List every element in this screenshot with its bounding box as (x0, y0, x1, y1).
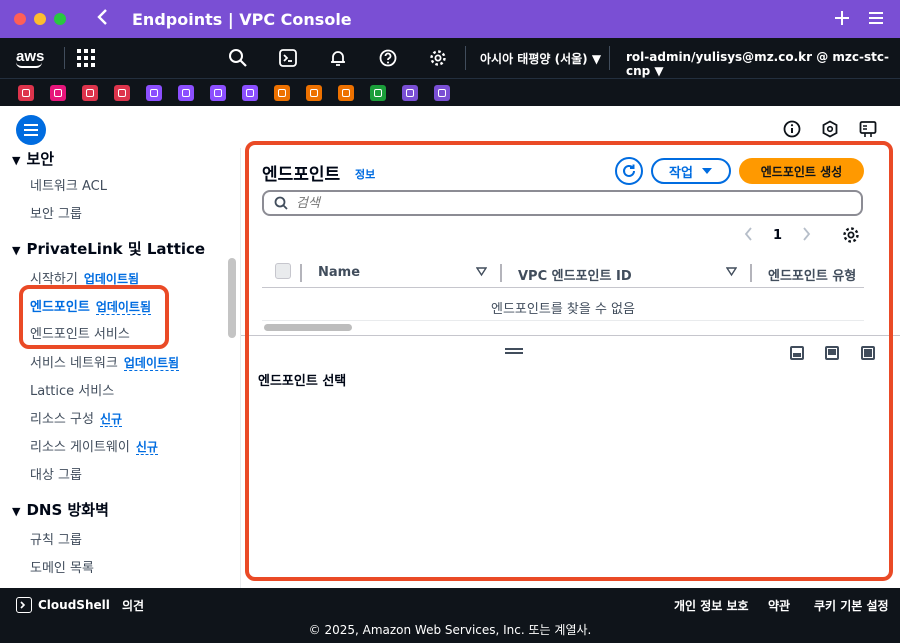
sidebar-scrollbar[interactable] (228, 258, 236, 338)
favorite-iam-icon[interactable] (114, 84, 130, 101)
aws-logo-text: aws (16, 47, 45, 65)
window-titlebar: Endpoints | VPC Console (0, 0, 900, 38)
notifications-bell-icon[interactable] (326, 46, 350, 70)
sidebar-section-label: 보안 (26, 150, 55, 168)
sidebar-item-label: 리소스 게이트웨이 (30, 440, 130, 455)
privacy-link[interactable]: 개인 정보 보호 (674, 597, 749, 614)
favorite-cloudfront-icon[interactable] (82, 84, 98, 101)
cloudshell-icon (16, 597, 32, 613)
sidebar-item-label: 리소스 구성 (30, 412, 94, 427)
favorite-cloudwatch-icon[interactable] (50, 84, 66, 101)
menu-button[interactable] (868, 7, 884, 31)
settings-gear-icon[interactable] (426, 46, 450, 70)
favorite-ecs-icon[interactable] (306, 84, 322, 101)
new-badge: 신규 (135, 440, 158, 455)
console-footer: CloudShell 의견 개인 정보 보호 약관 쿠키 기본 설정 © 202… (0, 588, 900, 643)
services-grid-icon[interactable] (77, 49, 95, 67)
sidebar-divider (240, 148, 241, 588)
sidebar-section-label: DNS 방화벽 (26, 501, 109, 519)
favorite-apigateway-icon[interactable] (210, 84, 226, 101)
favorite-directconnect-icon[interactable] (242, 84, 258, 101)
copyright-text: © 2025, Amazon Web Services, Inc. 또는 계열사… (308, 623, 592, 637)
sidebar-item-target-groups[interactable]: 대상 그룹 (30, 464, 82, 483)
region-selector[interactable]: 아시아 태평양 (서울) ▼ (480, 50, 601, 67)
caret-down-icon: ▼ (12, 505, 21, 518)
account-menu[interactable]: rol-admin/yulisys@mz.co.kr @ mzc-stc-cnp… (626, 50, 900, 78)
window-controls (14, 13, 66, 25)
sidebar-section-security[interactable]: ▼ 보안 (12, 148, 54, 169)
sidebar-item-label: 서비스 네트워크 (30, 356, 118, 371)
minimize-window-button[interactable] (34, 13, 46, 25)
main-panel-highlight-box (245, 141, 893, 581)
favorite-ec2-icon[interactable] (18, 84, 34, 101)
favorite-transit-icon[interactable] (402, 84, 418, 101)
favorite-network-icon[interactable] (434, 84, 450, 101)
caret-down-icon: ▼ (12, 244, 21, 257)
sidebar-toggle-button[interactable] (16, 115, 46, 145)
sidebar-item-resource-gateways[interactable]: 리소스 게이트웨이 신규 (30, 436, 158, 455)
favorite-vpc-icon[interactable] (146, 84, 162, 101)
sidebar-item-resource-configs[interactable]: 리소스 구성 신규 (30, 408, 123, 427)
caret-down-icon: ▼ (12, 154, 21, 167)
info-panel-icon[interactable] (783, 120, 801, 138)
cloudshell-link[interactable]: CloudShell (16, 597, 110, 613)
sidebar-highlight-box (19, 285, 169, 349)
sidebar-section-privatelink[interactable]: ▼ PrivateLink 및 Lattice (12, 238, 205, 259)
updated-badge: 업데이트됨 (123, 356, 180, 371)
aws-top-nav: aws 아시아 태평양 (서울) ▼ rol-admin/yulisys@mz.… (0, 38, 900, 78)
sidebar-nav: ▼ 보안 네트워크 ACL 보안 그룹 ▼ PrivateLink 및 Lattic… (0, 148, 240, 588)
favorite-eks-icon[interactable] (338, 84, 354, 101)
cloudshell-label: CloudShell (38, 598, 110, 612)
new-tab-button[interactable] (834, 7, 850, 31)
favorite-route53-icon[interactable] (178, 84, 194, 101)
sidebar-item-service-networks[interactable]: 서비스 네트워크 업데이트됨 (30, 352, 180, 371)
sidebar-item-lattice-services[interactable]: Lattice 서비스 (30, 380, 114, 399)
nav-divider (465, 46, 466, 70)
cookie-preferences-link[interactable]: 쿠키 기본 설정 (814, 597, 889, 614)
back-button[interactable] (96, 7, 116, 31)
sidebar-item-rule-groups[interactable]: 규칙 그룹 (30, 529, 82, 548)
close-window-button[interactable] (14, 13, 26, 25)
favorites-bar (0, 78, 900, 106)
sidebar-item-network-acl[interactable]: 네트워크 ACL (30, 175, 107, 194)
nav-divider (64, 47, 65, 69)
favorite-lambda-icon[interactable] (274, 84, 290, 101)
maximize-window-button[interactable] (54, 13, 66, 25)
new-badge: 신규 (99, 412, 123, 427)
window-title: Endpoints | VPC Console (132, 9, 352, 29)
nav-divider (609, 46, 610, 70)
split-panel-icon[interactable] (859, 120, 877, 138)
feedback-link[interactable]: 의견 (122, 597, 144, 614)
sidebar-section-label: PrivateLink 및 Lattice (26, 240, 206, 258)
search-icon[interactable] (226, 46, 250, 70)
terms-link[interactable]: 약관 (768, 597, 790, 614)
favorite-s3-icon[interactable] (370, 84, 386, 101)
sidebar-item-security-groups[interactable]: 보안 그룹 (30, 203, 82, 222)
aws-logo[interactable]: aws (16, 49, 52, 68)
help-icon[interactable] (376, 46, 400, 70)
security-shield-icon[interactable] (821, 120, 839, 138)
sidebar-item-domain-lists[interactable]: 도메인 목록 (30, 557, 94, 576)
sidebar-section-dns-firewall[interactable]: ▼ DNS 방화벽 (12, 499, 109, 520)
cloudshell-icon[interactable] (276, 46, 300, 70)
